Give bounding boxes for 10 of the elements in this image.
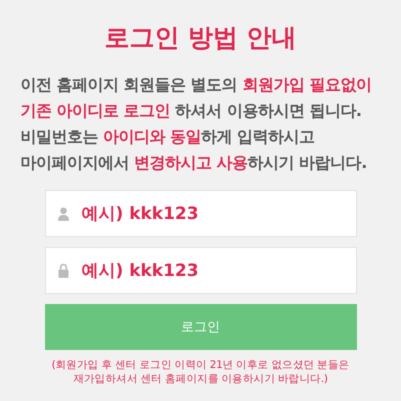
guide-line: 기존 아이디로 로그인 하셔서 이용하시면 됩니다.	[20, 100, 362, 122]
guide-line: 마이페이지에서 변경하시고 사용하시기 바랍니다.	[20, 152, 367, 174]
notice-text: 재가입하셔서 센터 홈페이지를 이용하시기 바랍니다.)	[73, 372, 328, 386]
input-field[interactable]: 예시) kkk123	[44, 190, 356, 237]
page-title: 로그인 방법 안내	[104, 22, 297, 54]
notice-text: (회원가입 후 센터 로그인 이력이 21년 이후로 없으셨던 분들은	[52, 358, 350, 372]
input-field[interactable]: 예시) kkk123	[44, 247, 356, 294]
guide-line: 비밀번호는 아이디와 동일하게 입력하시고	[20, 126, 315, 148]
guide-line: 이전 홈페이지 회원들은 별도의 회원가입 필요없이	[20, 74, 372, 96]
login-button[interactable]: 로그인	[44, 304, 356, 350]
